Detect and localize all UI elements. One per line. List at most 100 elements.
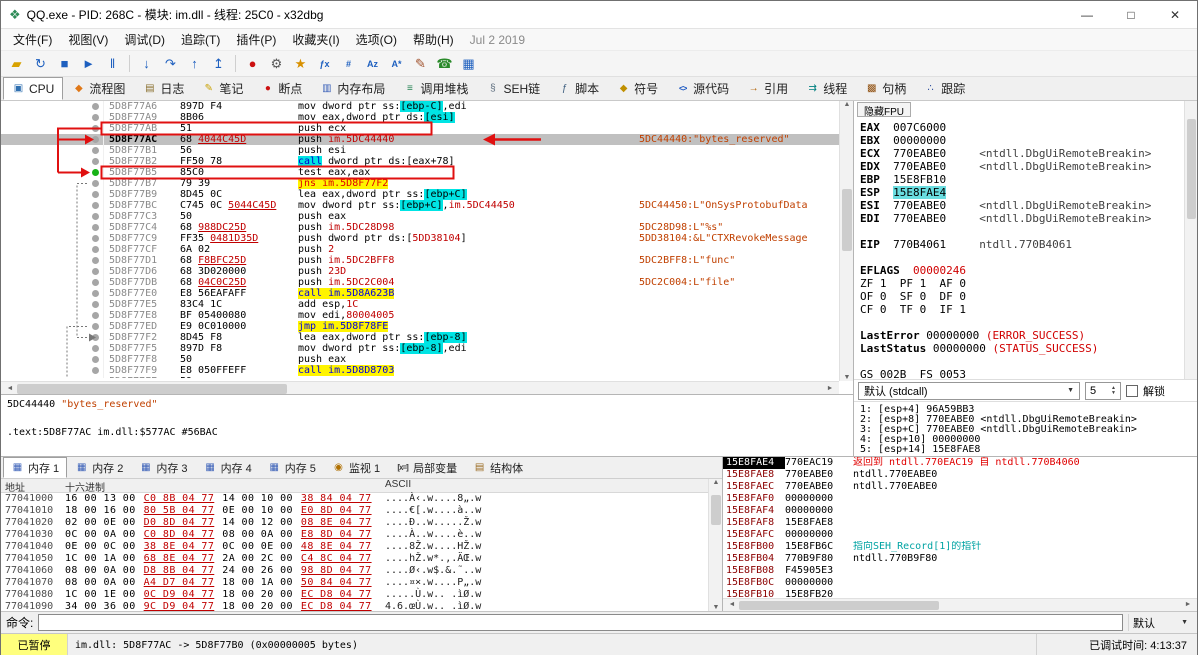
disasm-row[interactable]: 5D8F77A9 8B06 mov eax,dword ptr ds:[esi] <box>1 112 839 123</box>
disasm-row[interactable]: 5D8F77B5 85C0 test eax,eax <box>1 167 839 178</box>
command-script-select[interactable]: 默认 ▼ <box>1128 614 1192 631</box>
disasm-row[interactable]: 5D8F77F8 50 push eax <box>1 354 839 365</box>
disasm-row[interactable]: 5D8F77F5 897D F8 mov dword ptr ss:[ebp-8],… <box>1 343 839 354</box>
scroll-right-icon[interactable]: ► <box>823 385 837 392</box>
tab-handles[interactable]: ▩ 句柄 <box>856 77 915 100</box>
scroll-left-icon[interactable]: ◄ <box>3 385 17 392</box>
breakpoint-gutter[interactable] <box>1 376 104 378</box>
stack-row[interactable]: 15E8FAEC 770EABE0 ntdll.770EABE0 <box>723 481 1197 493</box>
arguments-view[interactable]: 1: [esp+4] 96A59BB3 2: [esp+8] 770EABE0 <… <box>854 401 1197 456</box>
stack-row[interactable]: 15E8FAE4 770EAC19 返回到 ntdll.770EAC19 自 ntd… <box>723 457 1197 469</box>
register-row[interactable]: GS 002B FS 0053 <box>860 368 1181 379</box>
tab-seh[interactable]: § SEH链 <box>477 77 549 100</box>
disasm-row[interactable]: 5D8F77E5 83C4 1C add esp,1C <box>1 299 839 310</box>
disasm-row[interactable]: 5D8F77DB 68 04C0C25D push im.5DC2C004 5DC2C… <box>1 277 839 288</box>
breakpoint-dot[interactable] <box>92 169 99 176</box>
trace-dot[interactable] <box>92 224 99 231</box>
breakpoint-gutter[interactable] <box>1 299 104 310</box>
trace-dot[interactable] <box>92 202 99 209</box>
breakpoint-gutter[interactable] <box>1 134 104 145</box>
stack-row[interactable]: 15E8FAFC 00000000 <box>723 529 1197 541</box>
tab-struct[interactable]: ▤ 结构体 <box>465 457 531 478</box>
stack-row[interactable]: 15E8FB00 15E8FB6C 指向SEH_Record[1]的指针 <box>723 541 1197 553</box>
scroll-right-icon[interactable]: ► <box>1181 601 1195 608</box>
scrollbar-thumb[interactable] <box>842 189 852 251</box>
disasm-row[interactable]: 5D8F77CF 6A 02 push 2 <box>1 244 839 255</box>
disasm-row[interactable]: 5D8F77D6 68 3D020000 push 23D <box>1 266 839 277</box>
menu-item[interactable]: 帮助(H) <box>405 29 462 50</box>
register-row[interactable]: LastStatus 00000000 (STATUS_SUCCESS) <box>860 342 1181 355</box>
command-input[interactable] <box>38 614 1123 631</box>
trace-dot[interactable] <box>92 290 99 297</box>
breakpoint-gutter[interactable] <box>1 365 104 376</box>
register-row[interactable]: ZF 1 PF 1 AF 0 <box>860 277 1181 290</box>
disasm-row[interactable]: 5D8F77BC C745 0C 5044C45D mov dword ptr ss… <box>1 200 839 211</box>
disasm-row[interactable]: 5D8F77E8 BF 05400080 mov edi,80004005 <box>1 310 839 321</box>
hash-button[interactable]: # <box>337 53 360 75</box>
registers-view[interactable]: EAX 007C6000 EBX 00000000 ECX 770EABE0 <nt… <box>854 119 1197 379</box>
dump-row[interactable]: 77041060 08 00 0A 00 D8 8B 04 77 24 00 26 0… <box>1 565 708 577</box>
trace-dot[interactable] <box>92 257 99 264</box>
dump-row[interactable]: 77041050 1C 00 1A 00 68 8E 04 77 2A 00 2C 0… <box>1 553 708 565</box>
scroll-up-icon[interactable]: ▲ <box>709 479 722 486</box>
trace-dot[interactable] <box>92 147 99 154</box>
tab-cpu[interactable]: ▣ CPU <box>3 77 64 100</box>
stack-horizontal-scrollbar[interactable]: ◄ ► <box>723 598 1197 611</box>
breakpoint-gutter[interactable] <box>1 123 104 134</box>
menu-item[interactable]: 选项(O) <box>348 29 405 50</box>
disasm-row[interactable]: 5D8F77B1 56 push esi <box>1 145 839 156</box>
disasm-row[interactable]: 5D8F77C9 FF35 0481D35D push dword ptr ds:[… <box>1 233 839 244</box>
dump-row[interactable]: 77041010 18 00 16 00 80 5B 04 77 0E 00 10 0… <box>1 505 708 517</box>
tab-breakpoints[interactable]: ● 断点 <box>252 77 311 100</box>
tab-trace[interactable]: ∴ 跟踪 <box>915 77 974 100</box>
scrollbar-thumb[interactable] <box>1187 119 1196 219</box>
maximize-button[interactable]: □ <box>1109 1 1153 28</box>
pause-button[interactable]: ‖ <box>101 53 124 75</box>
tab-graph[interactable]: ◆ 流程图 <box>63 77 134 100</box>
register-row[interactable] <box>860 316 1181 329</box>
breakpoint-gutter[interactable] <box>1 101 104 112</box>
menu-item[interactable]: 插件(P) <box>228 29 284 50</box>
trace-dot[interactable] <box>92 367 99 374</box>
trace-dot[interactable] <box>92 323 99 330</box>
dump-row[interactable]: 77041070 08 00 0A 00 A4 D7 04 77 18 00 1A 0… <box>1 577 708 589</box>
trace-dot[interactable] <box>92 114 99 121</box>
report-bug-button[interactable]: ☎ <box>433 53 456 75</box>
disasm-row[interactable]: 5D8F77E0 E8 56EAFAFF call im.5D8A623B <box>1 288 839 299</box>
breakpoint-gutter[interactable] <box>1 200 104 211</box>
register-row[interactable] <box>860 355 1181 368</box>
trace-dot[interactable] <box>92 312 99 319</box>
menu-item[interactable]: 文件(F) <box>5 29 60 50</box>
breakpoint-gutter[interactable] <box>1 145 104 156</box>
trace-dot[interactable] <box>92 279 99 286</box>
tab-dump-4[interactable]: ▦ 内存 4 <box>196 457 260 478</box>
stop-button[interactable]: ■ <box>53 53 76 75</box>
memory-search-button[interactable]: ▦ <box>457 53 480 75</box>
close-button[interactable]: ✕ <box>1153 1 1197 28</box>
dump-row[interactable]: 77041000 16 00 13 00 C0 8B 04 77 14 00 10 0… <box>1 493 708 505</box>
register-row[interactable]: ESP 15E8FAE4 <box>860 186 1181 199</box>
stack-row[interactable]: 15E8FAF8 15E8FAE8 <box>723 517 1197 529</box>
disasm-row[interactable]: 5D8F77C3 50 push eax <box>1 211 839 222</box>
dump-row[interactable]: 77041080 1C 00 1E 00 0C D9 04 77 18 00 20 0… <box>1 589 708 601</box>
breakpoint-toggle-button[interactable]: ● <box>241 53 264 75</box>
scroll-down-icon[interactable]: ▼ <box>840 374 854 381</box>
trace-dot[interactable] <box>92 136 99 143</box>
step-into-button[interactable]: ↓ <box>135 53 158 75</box>
stack-row[interactable]: 15E8FB08 F45905E3 <box>723 565 1197 577</box>
register-row[interactable]: EBX 00000000 <box>860 134 1181 147</box>
trace-dot[interactable] <box>92 356 99 363</box>
registers-scrollbar[interactable] <box>1184 101 1197 379</box>
trace-dot[interactable] <box>92 268 99 275</box>
breakpoint-gutter[interactable] <box>1 178 104 189</box>
trace-dot[interactable] <box>92 334 99 341</box>
register-row[interactable]: EAX 007C6000 <box>860 121 1181 134</box>
trace-dot[interactable] <box>92 235 99 242</box>
arg-count-spinner[interactable]: 5 ▲ ▼ <box>1085 381 1121 400</box>
theme-button[interactable]: ✎ <box>409 53 432 75</box>
register-row[interactable]: ECX 770EABE0 <ntdll.DbgUiRemoteBreakin> <box>860 147 1181 160</box>
scroll-left-icon[interactable]: ◄ <box>725 601 739 608</box>
tab-locals[interactable]: [x=] 局部变量 <box>388 457 465 478</box>
register-row[interactable] <box>860 251 1181 264</box>
scrollbar-thumb[interactable] <box>711 495 721 525</box>
